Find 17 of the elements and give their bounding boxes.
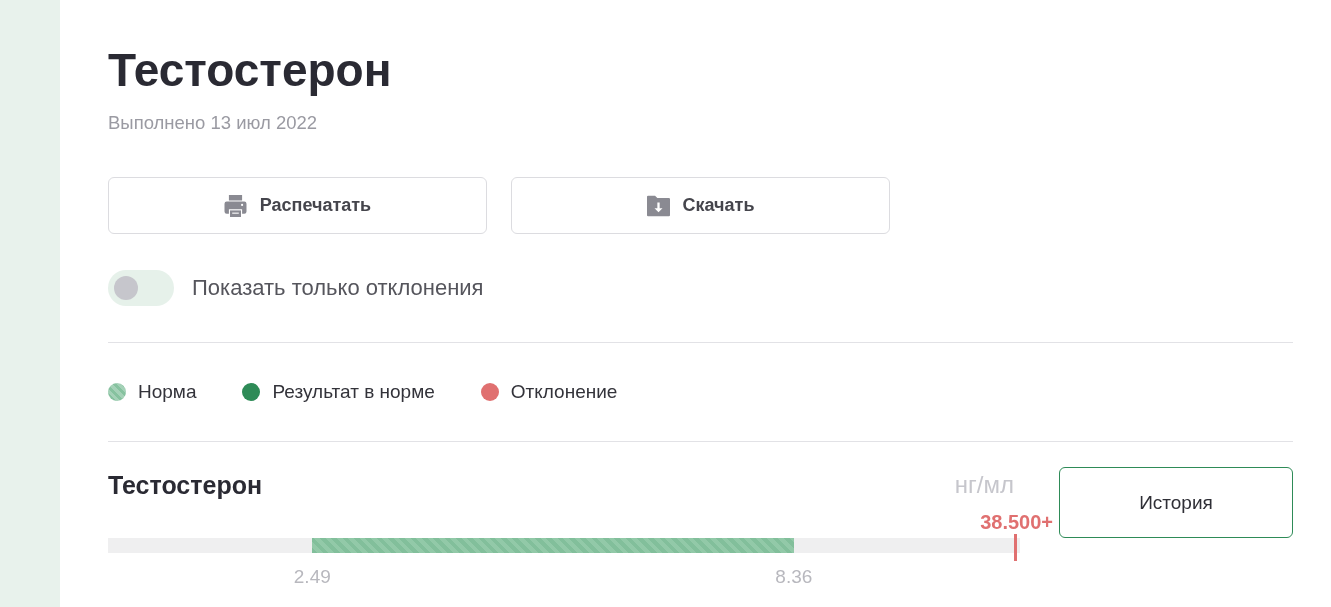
- analyte-name: Тестостерон: [108, 471, 263, 499]
- range-label: 8.36: [775, 566, 813, 588]
- printer-icon: [223, 194, 247, 217]
- print-button[interactable]: Распечатать: [108, 177, 487, 234]
- toggle-label: Показать только отклонения: [192, 275, 484, 301]
- legend-label: Норма: [138, 381, 197, 403]
- history-button[interactable]: История: [1059, 467, 1293, 538]
- result-value: 38.500+: [980, 511, 1053, 533]
- page-title: Тестостерон: [108, 44, 392, 96]
- range-label: 2.49: [293, 566, 331, 588]
- download-button[interactable]: Скачать: [511, 177, 890, 234]
- legend-label: Отклонение: [510, 381, 618, 403]
- unit-label: нг/мл: [954, 471, 1014, 499]
- completion-date: Выполнено 13 июл 2022: [108, 113, 318, 133]
- folder-download-icon: [646, 194, 670, 217]
- toggle-switch[interactable]: [108, 270, 174, 306]
- legend-label: Результат в норме: [272, 381, 435, 403]
